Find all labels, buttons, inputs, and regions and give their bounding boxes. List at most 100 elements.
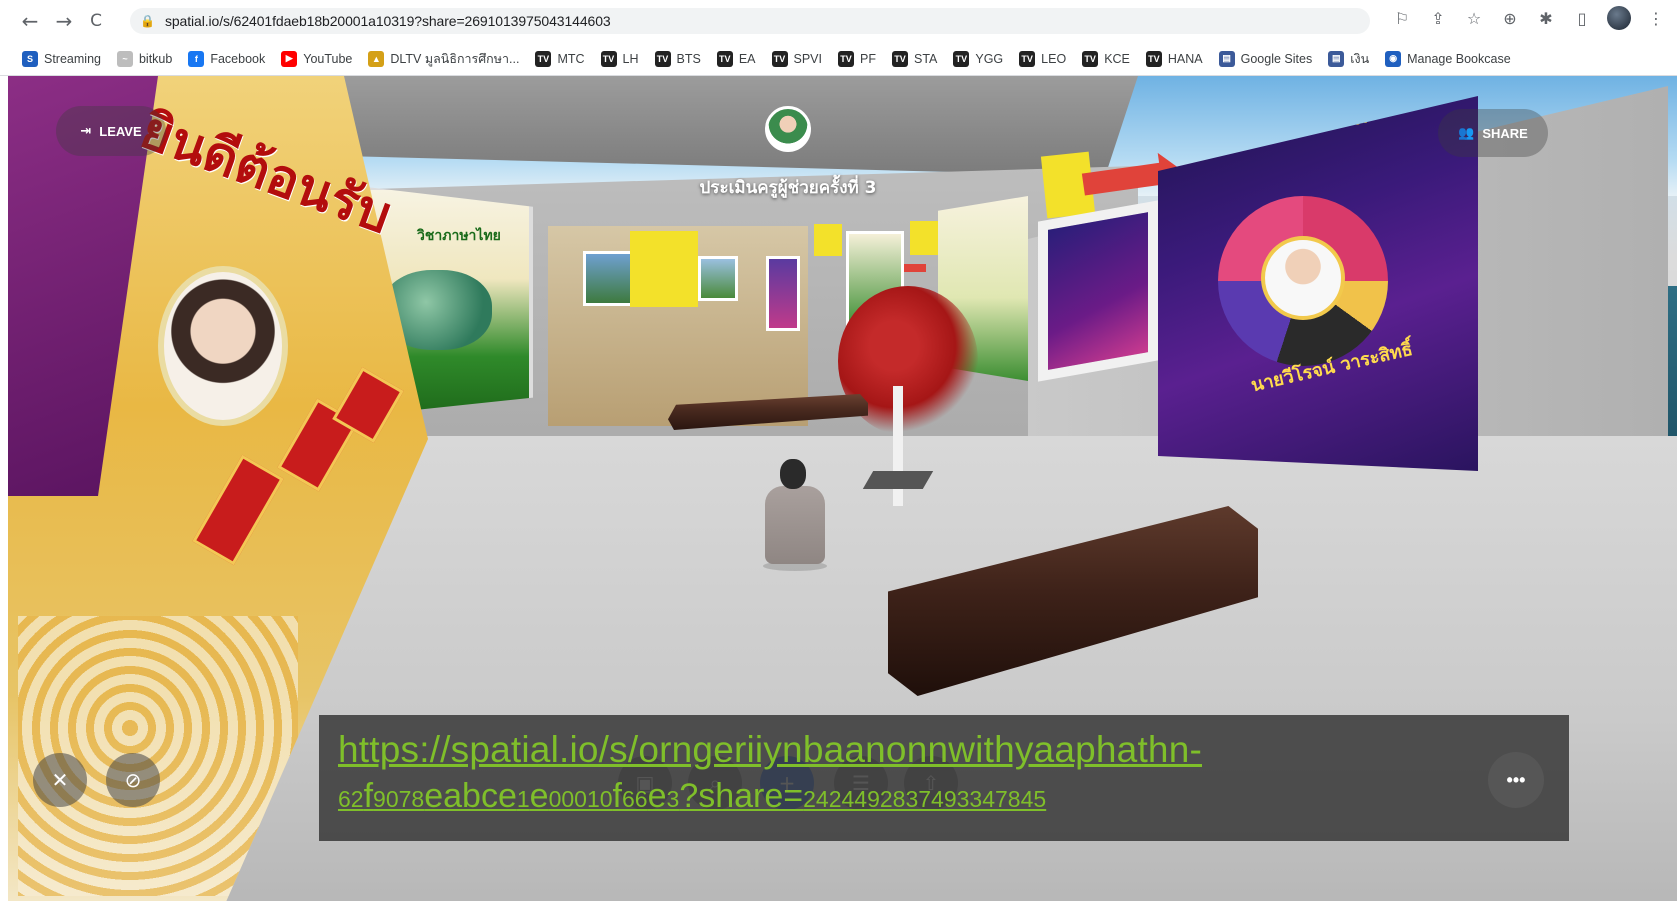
profile-avatar[interactable] — [1607, 6, 1631, 30]
caption-segment: eabce — [424, 777, 517, 815]
bookmark-item[interactable]: TV MTC — [535, 50, 585, 67]
bookmark-favicon-icon: TV — [600, 50, 617, 67]
browser-toolbar: ← → C 🔒 spatial.io/s/62401fdaeb18b20001a… — [0, 0, 1677, 42]
bookmark-favicon-icon: TV — [953, 50, 970, 67]
caption-segment: 62 — [338, 786, 364, 812]
player-avatar-head — [780, 459, 806, 489]
bookmark-label: LH — [622, 51, 639, 66]
mic-muted-icon[interactable]: ✕ — [33, 753, 87, 807]
yellow-note — [814, 224, 842, 256]
caption-link-line2[interactable]: 62f9078eabce1e00010f66e3?share=242449283… — [338, 777, 1569, 816]
leave-icon: ⇥ — [80, 123, 92, 139]
bookmark-label: เงิน — [1350, 51, 1370, 66]
bookmark-item[interactable]: TV LEO — [1019, 50, 1067, 67]
bookmark-label: Facebook — [210, 51, 266, 66]
bookmark-label: BTS — [676, 51, 701, 66]
bookmark-label: EA — [738, 51, 756, 66]
caption-segment: e — [529, 777, 549, 815]
bookmark-favicon-icon: TV — [838, 50, 854, 67]
caption-segment: 9078 — [373, 786, 425, 812]
bookmark-item[interactable]: TV YGG — [953, 50, 1003, 67]
lock-icon: 🔒 — [140, 14, 155, 28]
bookmark-item[interactable]: ▤ Google Sites — [1218, 50, 1313, 67]
address-bar[interactable]: 🔒 spatial.io/s/62401fdaeb18b20001a10319?… — [130, 8, 1370, 34]
toolbar-actions: ⚐ ⇪ ☆ ⊕ ✱ ▯ ⋮ — [1391, 6, 1667, 30]
bookmark-label: LEO — [1041, 51, 1067, 66]
bookmark-favicon-icon: ▲ — [368, 50, 385, 67]
menu-kebab-icon[interactable]: ⋮ — [1645, 7, 1667, 29]
bookmark-favicon-icon: TV — [1082, 50, 1099, 67]
bookmark-item[interactable]: S Streaming — [22, 50, 101, 67]
caption-segment: ?share= — [679, 777, 804, 815]
bookmarks-bar: S Streaming ~ bitkub f Facebook ▶ YouTube ▲ DLTV … — [0, 42, 1677, 76]
bookmark-star-icon[interactable]: ☆ — [1463, 7, 1485, 29]
bookmark-favicon-icon: TV — [1145, 50, 1162, 67]
bookmark-label: Google Sites — [1240, 51, 1313, 66]
reload-button[interactable]: C — [82, 7, 110, 35]
back-button[interactable]: ← — [16, 7, 44, 35]
yellow-note — [630, 231, 698, 307]
bookmark-item[interactable]: TV SPVI — [771, 50, 823, 67]
share-button[interactable]: 👥 SHARE — [1438, 109, 1548, 157]
bookmark-label: SPVI — [793, 51, 823, 66]
bookmark-favicon-icon: S — [22, 50, 38, 67]
bookmark-item[interactable]: ◉ Manage Bookcase — [1385, 50, 1511, 67]
caption-segment: 2424492837493347845 — [803, 786, 1047, 812]
bookmark-item[interactable]: TV LH — [600, 50, 639, 67]
bookmark-label: DLTV มูลนิธิการศึกษา... — [390, 51, 520, 66]
bookmark-label: Manage Bookcase — [1407, 51, 1511, 66]
caption-segment: f — [612, 777, 622, 815]
bookmark-item[interactable]: TV BTS — [654, 50, 701, 67]
yellow-note — [910, 221, 938, 255]
bookmark-item[interactable]: TV HANA — [1145, 50, 1203, 67]
bookmark-label: STA — [913, 51, 938, 66]
bookmark-label: Streaming — [44, 51, 101, 66]
camera-off-icon[interactable]: ⊘ — [106, 753, 160, 807]
share-page-icon[interactable]: ⇪ — [1427, 7, 1449, 29]
url-text: spatial.io/s/62401fdaeb18b20001a10319?sh… — [164, 13, 611, 29]
bookmark-favicon-icon: f — [188, 50, 205, 67]
bookmark-label: MTC — [557, 51, 585, 66]
bookmark-label: KCE — [1104, 51, 1130, 66]
bookmark-favicon-icon: TV — [716, 50, 733, 67]
bookmark-favicon-icon: TV — [771, 50, 788, 67]
bookmark-item[interactable]: TV KCE — [1082, 50, 1130, 67]
extension-icon[interactable]: ⊕ — [1499, 7, 1521, 29]
bookmark-item[interactable]: TV EA — [716, 50, 756, 67]
screenshot-frame: ← → C 🔒 spatial.io/s/62401fdaeb18b20001a… — [0, 0, 1677, 901]
bookmark-item[interactable]: ~ bitkub — [116, 50, 172, 67]
bookmark-item[interactable]: f Facebook — [188, 50, 266, 67]
forward-button[interactable]: → — [50, 7, 78, 35]
bookmark-favicon-icon: ▶ — [281, 50, 298, 67]
caption-segment: 66 — [622, 786, 648, 812]
bookmark-item[interactable]: ▶ YouTube — [281, 50, 353, 67]
director-portrait — [158, 266, 288, 426]
puzzle-icon[interactable]: ✱ — [1535, 7, 1557, 29]
bookmark-label: YouTube — [303, 51, 353, 66]
translate-icon[interactable]: ⚐ — [1391, 7, 1413, 29]
host-avatar[interactable] — [765, 106, 811, 152]
caption-link-line1[interactable]: https://spatial.io/s/orngeriiynbaanonnwi… — [338, 729, 1569, 771]
bookmark-item[interactable]: ▲ DLTV มูลนิธิการศึกษา... — [368, 49, 519, 69]
bookmark-favicon-icon: ▤ — [1218, 50, 1235, 67]
bookmark-favicon-icon: ~ — [116, 50, 133, 67]
bookmark-item[interactable]: TV PF — [838, 50, 876, 67]
bookmark-label: HANA — [1167, 51, 1203, 66]
share-label: SHARE — [1482, 125, 1528, 141]
photo-frame — [583, 251, 633, 306]
photo-frame — [766, 256, 800, 331]
bookmark-item[interactable]: TV STA — [891, 50, 938, 67]
teacher-portrait — [1261, 236, 1345, 320]
leave-button[interactable]: ⇥ LEAVE — [56, 106, 166, 156]
tree-base — [862, 471, 934, 489]
red-arrow-small — [904, 264, 926, 272]
more-options-icon[interactable]: ••• — [1488, 752, 1544, 808]
caption-segment: f — [363, 777, 374, 815]
photo-frame — [698, 256, 738, 301]
sidepanel-icon[interactable]: ▯ — [1571, 7, 1593, 29]
add-user-icon: 👥 — [1458, 125, 1475, 141]
room-title: ประเมินครูผู้ช่วยครั้งที่ 3 — [699, 178, 877, 198]
bookmark-favicon-icon: TV — [891, 50, 908, 67]
bookmark-item[interactable]: ▤ เงิน — [1328, 49, 1369, 69]
performance-poster-framed[interactable] — [1038, 200, 1158, 382]
